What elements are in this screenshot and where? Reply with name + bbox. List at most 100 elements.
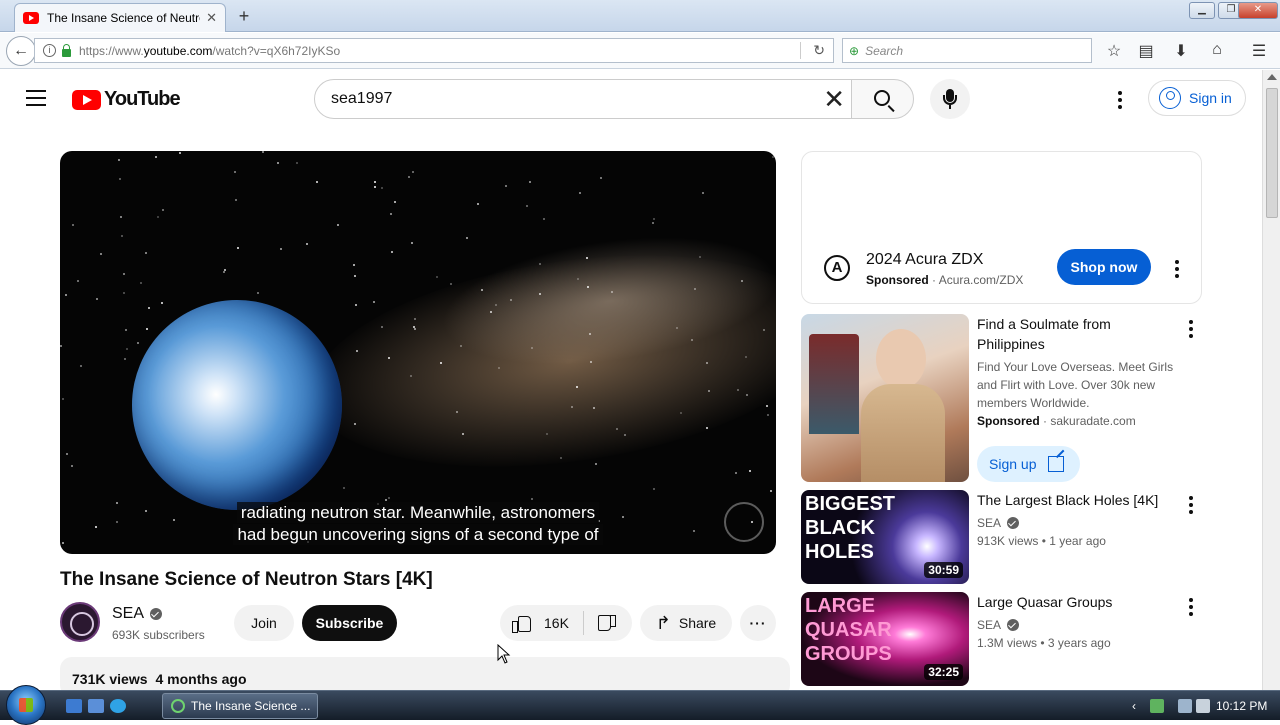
star [611, 291, 613, 293]
star [66, 453, 68, 455]
share-button[interactable]: ↱ Share [640, 605, 732, 641]
sidebar-more-icon[interactable] [1189, 320, 1193, 341]
sidebar-more-icon[interactable] [1189, 598, 1193, 619]
star [495, 304, 497, 306]
address-bar[interactable]: i https://www.youtube.com/watch?v=qX6h72… [34, 38, 834, 63]
channel-name-text[interactable]: SEA [112, 605, 144, 623]
shop-now-button[interactable]: Shop now [1057, 249, 1151, 285]
reading-list-icon[interactable]: ▤ [1135, 41, 1157, 61]
star [179, 152, 181, 154]
youtube-logo[interactable]: YouTube [72, 88, 181, 111]
star [593, 407, 595, 409]
star [702, 192, 704, 194]
internet-explorer-icon[interactable] [110, 699, 126, 713]
star [394, 201, 396, 203]
settings-more-icon[interactable] [1118, 91, 1122, 112]
video-thumbnail[interactable]: BIGGEST BLACK HOLES 30:59 [801, 490, 969, 584]
search-button[interactable] [851, 79, 914, 119]
back-button[interactable]: ← [6, 36, 36, 66]
star [77, 280, 79, 282]
browser-menu-icon[interactable]: ☰ [1248, 41, 1270, 61]
star [737, 389, 739, 391]
site-info-icon[interactable]: i [43, 44, 56, 57]
reload-icon[interactable]: ↻ [813, 42, 825, 59]
youtube-play-logo-icon [72, 89, 101, 110]
sign-up-button[interactable]: Sign up [977, 446, 1080, 482]
browser-search-input[interactable]: ⊕ Search [842, 38, 1092, 63]
sidebar-channel[interactable]: SEA [977, 616, 1020, 634]
star [498, 367, 500, 369]
star [746, 394, 748, 396]
sidebar-item-video[interactable]: BIGGEST BLACK HOLES 30:59 The Largest Bl… [801, 490, 1201, 584]
voice-search-button[interactable] [930, 79, 970, 119]
more-actions-button[interactable]: ··· [740, 605, 776, 641]
star [745, 356, 747, 358]
sidebar-title[interactable]: Large Quasar Groups [977, 592, 1167, 612]
show-desktop-icon[interactable] [66, 699, 82, 713]
star [100, 253, 102, 255]
youtube-search-input[interactable]: sea1997 ✕ [314, 79, 852, 119]
star [466, 237, 468, 239]
sign-up-label: Sign up [989, 456, 1037, 472]
verified-badge-icon [1007, 619, 1020, 631]
like-icon[interactable] [512, 615, 531, 633]
scroll-up-icon[interactable] [1267, 74, 1277, 80]
star [653, 488, 655, 490]
sidebar-meta: 1.3M views • 3 years ago [977, 636, 1111, 650]
like-count[interactable]: 16K [544, 615, 569, 631]
sidebar-title[interactable]: Find a Soulmate from Philippines [977, 314, 1167, 354]
search-engine-icon[interactable]: ⊕ [849, 44, 859, 58]
tab-close-icon[interactable]: ✕ [206, 10, 217, 26]
sidebar-title[interactable]: The Largest Black Holes [4K] [977, 490, 1167, 510]
channel-avatar[interactable] [60, 602, 100, 642]
sign-in-button[interactable]: Sign in [1148, 80, 1246, 116]
new-tab-button[interactable]: + [234, 6, 254, 27]
star [676, 327, 678, 329]
star [586, 257, 588, 259]
sidebar-item-sponsored[interactable]: Find a Soulmate from Philippines Find Yo… [801, 314, 1201, 482]
sidebar-item-video[interactable]: LARGE QUASAR GROUPS 32:25 Large Quasar G… [801, 592, 1201, 686]
taskbar-firefox-window[interactable]: The Insane Science ... [162, 693, 318, 719]
video-player[interactable]: radiating neutron star. Meanwhile, astro… [60, 151, 776, 554]
sidebar-ad-card[interactable]: A 2024 Acura ZDX Sponsored · Acura.com/Z… [801, 151, 1202, 304]
video-duration: 32:25 [924, 664, 963, 680]
dislike-icon[interactable] [597, 615, 616, 631]
star [481, 289, 483, 291]
clear-search-icon[interactable]: ✕ [823, 86, 845, 112]
join-button[interactable]: Join [234, 605, 294, 641]
like-divider [582, 611, 584, 635]
star [381, 326, 383, 328]
taskbar-clock[interactable]: 10:12 PM [1216, 699, 1267, 713]
star [543, 218, 545, 220]
star [162, 209, 164, 211]
home-icon[interactable]: ⌂ [1206, 41, 1228, 59]
sidebar-more-icon[interactable] [1189, 496, 1193, 517]
channel-watermark-icon[interactable] [724, 502, 764, 542]
star [161, 302, 163, 304]
network-icon[interactable] [1178, 699, 1192, 713]
channel-name[interactable]: SEA [112, 605, 163, 623]
star [145, 252, 147, 254]
sidebar-channel[interactable]: SEA [977, 514, 1020, 532]
start-button[interactable] [6, 685, 46, 725]
bookmark-star-icon[interactable]: ☆ [1103, 41, 1125, 61]
ad-title[interactable]: 2024 Acura ZDX [866, 251, 983, 269]
browser-tab-active[interactable]: The Insane Science of Neutron Stars [4K]… [14, 3, 226, 32]
volume-muted-icon[interactable] [1196, 699, 1210, 713]
sponsored-thumbnail[interactable] [801, 314, 969, 482]
guide-menu-icon[interactable] [26, 90, 46, 111]
minimize-window-button[interactable]: ▁ [1189, 2, 1215, 19]
page-scrollbar[interactable] [1262, 70, 1280, 690]
close-window-button[interactable]: ✕ [1238, 2, 1278, 19]
star [155, 156, 157, 158]
ad-more-icon[interactable] [1175, 260, 1179, 281]
tray-app-icon[interactable] [1150, 699, 1164, 713]
star [460, 345, 462, 347]
subscribe-button[interactable]: Subscribe [302, 605, 397, 641]
scrollbar-thumb[interactable] [1266, 88, 1278, 218]
star [381, 187, 383, 189]
switch-windows-icon[interactable] [88, 699, 104, 713]
downloads-icon[interactable]: ⬇ [1170, 41, 1192, 61]
tray-expand-icon[interactable]: ‹ [1132, 699, 1146, 713]
video-thumbnail[interactable]: LARGE QUASAR GROUPS 32:25 [801, 592, 969, 686]
